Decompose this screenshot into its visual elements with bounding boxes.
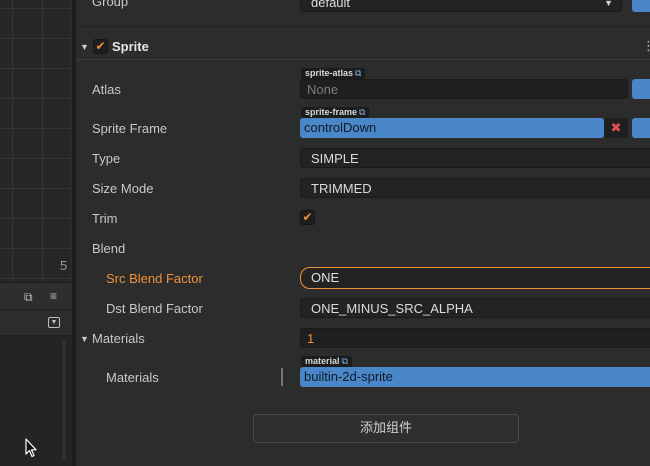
blend-label: Blend — [92, 241, 126, 256]
add-component-label: 添加组件 — [359, 421, 412, 436]
sprite-collapse-caret-icon[interactable]: ▼ — [80, 42, 89, 52]
maximize-icon[interactable]: ⧉ — [24, 291, 33, 303]
panel-scrollbar[interactable] — [62, 340, 66, 460]
external-link-icon[interactable]: ⧉ — [355, 68, 361, 78]
asset-type-tag: sprite-atlas ⧉ — [301, 68, 366, 79]
external-link-icon[interactable]: ⧉ — [342, 356, 348, 366]
size-mode-value: TRIMMED — [311, 181, 372, 196]
scene-ruler-tick: 5 — [60, 258, 68, 273]
materials-count-field[interactable]: 1 — [300, 328, 650, 348]
atlas-label: Atlas — [92, 82, 121, 97]
drag-handle[interactable] — [281, 368, 283, 386]
external-link-icon[interactable]: ⧉ — [359, 107, 365, 117]
menu-icon[interactable]: ≡ — [50, 290, 57, 302]
atlas-pick-button[interactable] — [632, 79, 650, 99]
sprite-frame-value: controlDown — [304, 120, 377, 135]
collapse-icon[interactable]: ▼ — [48, 317, 60, 328]
group-edit-button[interactable] — [632, 0, 650, 12]
sprite-enabled-checkbox[interactable]: ✔ — [93, 39, 108, 54]
src-blend-label: Src Blend Factor — [106, 271, 203, 286]
chevron-down-icon: ▼ — [604, 0, 613, 8]
sprite-frame-label: Sprite Frame — [92, 121, 168, 136]
trim-checkbox[interactable]: ✔ — [300, 210, 315, 225]
component-menu-icon[interactable]: ⋮ — [642, 38, 650, 54]
src-blend-select[interactable]: ONE — [300, 267, 650, 289]
src-blend-value: ONE — [311, 270, 340, 285]
materials-label: Materials — [92, 331, 145, 346]
asset-type-tag: sprite-frame ⧉ — [301, 107, 370, 118]
trim-label: Trim — [92, 211, 118, 226]
atlas-value: None — [307, 82, 339, 97]
materials-item-label: Materials — [106, 370, 159, 385]
close-icon: ✖ — [610, 120, 622, 135]
dst-blend-label: Dst Blend Factor — [106, 301, 203, 316]
asset-type-text: sprite-atlas — [305, 68, 354, 78]
size-mode-label: Size Mode — [92, 181, 154, 196]
material-value: builtin-2d-sprite — [304, 369, 393, 384]
group-select-value: default — [311, 0, 351, 10]
component-title: Sprite — [112, 39, 149, 54]
atlas-field[interactable]: None — [300, 79, 628, 99]
dst-blend-value: ONE_MINUS_SRC_ALPHA — [311, 301, 473, 316]
divider — [76, 26, 650, 27]
asset-type-tag: material ⧉ — [301, 356, 352, 367]
type-value: SIMPLE — [311, 151, 359, 166]
add-component-button[interactable]: 添加组件 — [253, 414, 519, 443]
clear-sprite-frame-button[interactable]: ✖ — [604, 118, 628, 138]
asset-type-text: sprite-frame — [305, 107, 358, 117]
scene-view[interactable]: 5 — [0, 0, 70, 282]
sprite-frame-field[interactable]: controlDown — [300, 118, 604, 138]
panel-toolbar: ▼ — [0, 310, 72, 336]
dst-blend-select[interactable]: ONE_MINUS_SRC_ALPHA — [300, 298, 650, 318]
group-select[interactable]: default ▼ — [300, 0, 622, 12]
mouse-cursor-icon — [25, 438, 37, 458]
group-label: Group — [92, 0, 129, 9]
material-field[interactable]: builtin-2d-sprite — [300, 367, 650, 387]
asset-type-text: material — [305, 356, 340, 366]
panel-header: ⧉ ≡ — [0, 282, 72, 310]
sprite-frame-pick-button[interactable] — [632, 118, 650, 138]
type-select[interactable]: SIMPLE — [300, 148, 650, 168]
type-label: Type — [92, 151, 121, 166]
divider — [76, 59, 650, 60]
materials-collapse-caret-icon[interactable]: ▼ — [80, 334, 89, 344]
inspector-panel: Group default ▼ ▼ ✔ Sprite ⋮ Atlas sprit… — [76, 0, 650, 466]
materials-count-value: 1 — [307, 331, 315, 346]
size-mode-select[interactable]: TRIMMED — [300, 178, 650, 198]
